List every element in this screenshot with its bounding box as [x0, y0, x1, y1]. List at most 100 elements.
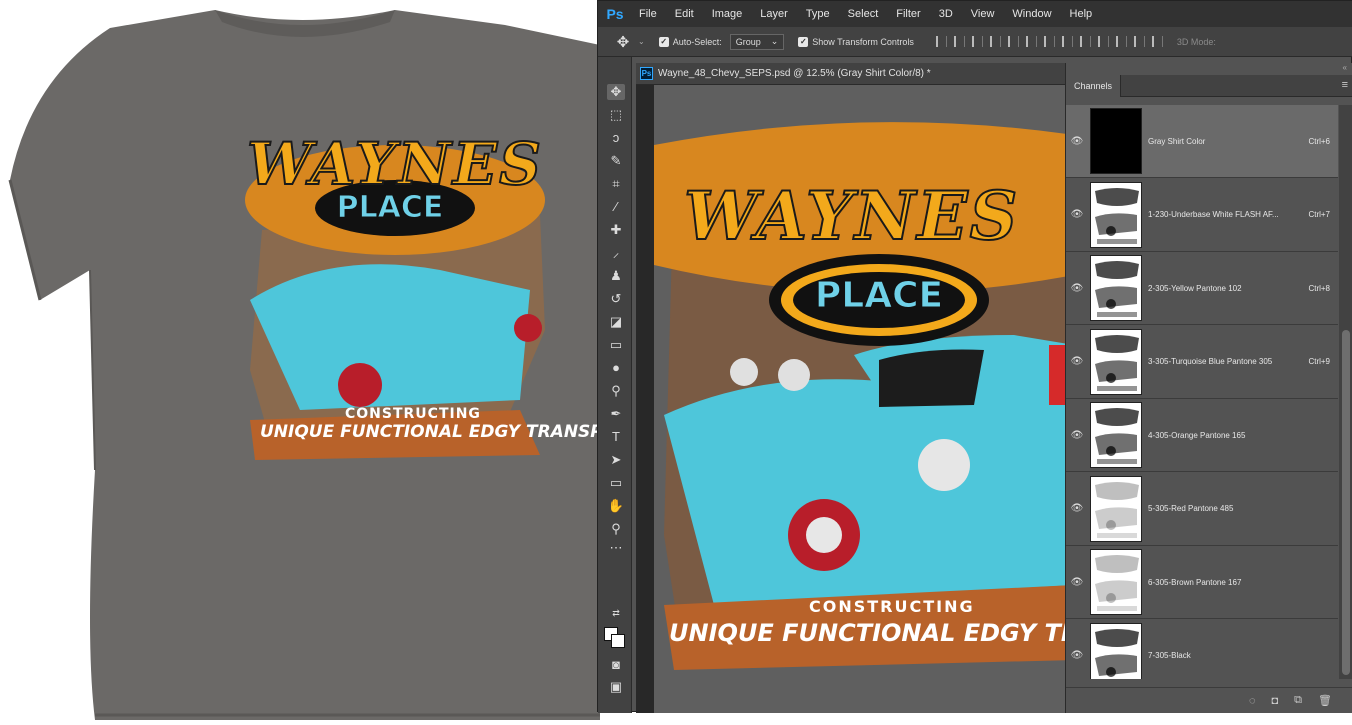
channel-row[interactable]: 👁 Gray Shirt Color Ctrl+6 — [1066, 105, 1338, 178]
healing-brush-tool-icon[interactable]: ✚ — [607, 222, 625, 238]
lasso-tool-icon[interactable]: ↄ — [607, 130, 625, 146]
visibility-eye-icon[interactable]: 👁 — [1066, 430, 1088, 441]
show-transform-checkbox[interactable]: ✓ Show Transform Controls — [798, 36, 914, 47]
channel-thumbnail-art — [1095, 261, 1139, 317]
screen-mode-icon[interactable]: ▣ — [607, 679, 625, 695]
chevron-down-icon[interactable]: ⌄ — [638, 37, 645, 46]
load-channel-as-selection-icon[interactable]: ◌ — [1249, 695, 1256, 707]
history-brush-tool-icon[interactable]: ↺ — [607, 291, 625, 307]
channels-panel: « Channels ≡ 👁 Gray Shirt Color Ctrl+6 👁 1-2… — [1065, 63, 1352, 713]
move-tool-icon[interactable]: ✥ — [607, 84, 625, 100]
channel-row[interactable]: 👁 3-305-Turquoise Blue Pantone 305 Ctrl+9 — [1066, 326, 1338, 399]
align-hcenter-icon[interactable] — [1007, 36, 1019, 47]
distribute-top-icon[interactable] — [1043, 36, 1055, 47]
visibility-eye-icon[interactable]: 👁 — [1066, 503, 1088, 514]
gradient-tool-icon[interactable]: ▭ — [607, 337, 625, 353]
document-canvas[interactable]: WAYNES PLACE CONSTRUCTING UNIQUE FUNCTIO… — [654, 85, 1066, 713]
swap-colors-icon[interactable]: ⇄ — [607, 605, 625, 621]
blur-tool-icon[interactable]: ● — [607, 360, 625, 376]
channel-row[interactable]: 👁 6-305-Brown Pantone 167 — [1066, 546, 1338, 619]
eyedropper-tool-icon[interactable]: ⁄ — [607, 199, 625, 215]
align-right-icon[interactable] — [1025, 36, 1037, 47]
document-title: Wayne_48_Chevy_SEPS.psd @ 12.5% (Gray Sh… — [658, 68, 931, 79]
visibility-eye-icon[interactable]: 👁 — [1066, 136, 1088, 147]
auto-select-checkbox[interactable]: ✓ Auto-Select: — [658, 36, 722, 47]
3d-mode-label: 3D Mode: — [1176, 36, 1216, 47]
align-vcenter-icon[interactable] — [953, 36, 965, 47]
hand-tool-icon[interactable]: ✋ — [607, 498, 625, 514]
quick-mask-icon[interactable]: ◙ — [607, 657, 625, 673]
channel-name: 2-305-Yellow Pantone 102 — [1148, 283, 1242, 293]
zoom-tool-icon[interactable]: ⚲ — [607, 521, 625, 537]
menu-window[interactable]: Window — [1003, 8, 1060, 20]
crop-tool-icon[interactable]: ⌗ — [607, 176, 625, 192]
dodge-tool-icon[interactable]: ⚲ — [607, 383, 625, 399]
auto-select-label: Auto-Select: — [672, 36, 722, 47]
menu-filter[interactable]: Filter — [887, 8, 929, 20]
clone-stamp-tool-icon[interactable]: ♟ — [607, 268, 625, 284]
panel-menu-icon[interactable]: ≡ — [1342, 79, 1348, 91]
menu-layer[interactable]: Layer — [751, 8, 797, 20]
menu-image[interactable]: Image — [703, 8, 752, 20]
distribute-right-icon[interactable] — [1133, 36, 1145, 47]
menu-select[interactable]: Select — [839, 8, 888, 20]
menu-edit[interactable]: Edit — [666, 8, 703, 20]
visibility-eye-icon[interactable]: 👁 — [1066, 283, 1088, 294]
visibility-eye-icon[interactable]: 👁 — [1066, 356, 1088, 367]
menu-type[interactable]: Type — [797, 8, 839, 20]
new-channel-icon[interactable]: ⧉ — [1294, 694, 1302, 707]
save-selection-as-channel-icon[interactable]: ◘ — [1272, 695, 1279, 707]
channel-row[interactable]: 👁 7-305-Black — [1066, 620, 1338, 679]
distribute-left-icon[interactable] — [1097, 36, 1109, 47]
menu-file[interactable]: File — [630, 8, 666, 20]
channel-name: 6-305-Brown Pantone 167 — [1148, 577, 1242, 587]
canvas-constructing-text: CONSTRUCTING — [809, 597, 975, 616]
auto-select-target-dropdown[interactable]: Group ⌄ — [729, 33, 785, 50]
align-top-icon[interactable] — [935, 36, 947, 47]
move-tool-preset-icon[interactable]: ✥ — [608, 33, 638, 51]
visibility-eye-icon[interactable]: 👁 — [1066, 577, 1088, 588]
document-tab[interactable]: Ps Wayne_48_Chevy_SEPS.psd @ 12.5% (Gray… — [636, 63, 1066, 85]
type-tool-icon[interactable]: T — [607, 429, 625, 445]
background-color-swatch[interactable] — [611, 634, 625, 648]
menu-help[interactable]: Help — [1061, 8, 1102, 20]
canvas-area[interactable]: WAYNES PLACE CONSTRUCTING UNIQUE FUNCTIO… — [636, 85, 1066, 713]
menu-view[interactable]: View — [962, 8, 1004, 20]
channel-thumbnail — [1090, 622, 1142, 679]
channel-thumbnail — [1090, 328, 1142, 395]
channel-name: 7-305-Black — [1148, 651, 1191, 660]
canvas-place-text: PLACE — [814, 275, 944, 317]
channel-row[interactable]: 👁 1-230-Underbase White FLASH AF... Ctrl+7 — [1066, 179, 1338, 252]
tab-channels[interactable]: Channels — [1066, 75, 1122, 97]
channel-row[interactable]: 👁 4-305-Orange Pantone 165 — [1066, 399, 1338, 472]
collapse-panels-icon[interactable]: « — [1343, 63, 1347, 72]
delete-channel-icon[interactable]: 🗑 — [1318, 694, 1332, 707]
path-selection-tool-icon[interactable]: ➤ — [607, 452, 625, 468]
eraser-tool-icon[interactable]: ◪ — [607, 314, 625, 330]
quick-select-tool-icon[interactable]: ✎ — [607, 153, 625, 169]
edit-toolbar-icon[interactable]: ⋯ — [607, 540, 625, 556]
channel-shortcut: Ctrl+9 — [1308, 357, 1330, 366]
align-left-icon[interactable] — [989, 36, 1001, 47]
channel-list-scrollbar[interactable] — [1339, 105, 1352, 679]
menu-3d[interactable]: 3D — [930, 8, 962, 20]
rectangle-tool-icon[interactable]: ▭ — [607, 475, 625, 491]
channel-row[interactable]: 👁 5-305-Red Pantone 485 — [1066, 473, 1338, 546]
align-bottom-icon[interactable] — [971, 36, 983, 47]
brush-tool-icon[interactable]: ⸝ — [607, 245, 625, 261]
visibility-eye-icon[interactable]: 👁 — [1066, 209, 1088, 220]
psd-file-icon: Ps — [640, 67, 653, 80]
channel-thumbnail-art — [1095, 555, 1139, 611]
marquee-tool-icon[interactable]: ⬚ — [607, 107, 625, 123]
photoshop-logo: Ps — [606, 6, 624, 22]
auto-align-icon[interactable] — [1151, 36, 1163, 47]
distribute-bottom-icon[interactable] — [1079, 36, 1091, 47]
artwork-text: WAYNES PLACE CONSTRUCTING UNIQUE FUNCTIO… — [654, 85, 1066, 665]
scrollbar-thumb[interactable] — [1342, 330, 1350, 675]
distribute-hcenter-icon[interactable] — [1115, 36, 1127, 47]
distribute-vcenter-icon[interactable] — [1061, 36, 1073, 47]
channel-row[interactable]: 👁 2-305-Yellow Pantone 102 Ctrl+8 — [1066, 252, 1338, 325]
visibility-eye-icon[interactable]: 👁 — [1066, 650, 1088, 661]
pen-tool-icon[interactable]: ✒ — [607, 406, 625, 422]
tshirt-photo: WAYNES PLACE CONSTRUCTING UNIQUE FUNCTIO… — [0, 0, 698, 725]
